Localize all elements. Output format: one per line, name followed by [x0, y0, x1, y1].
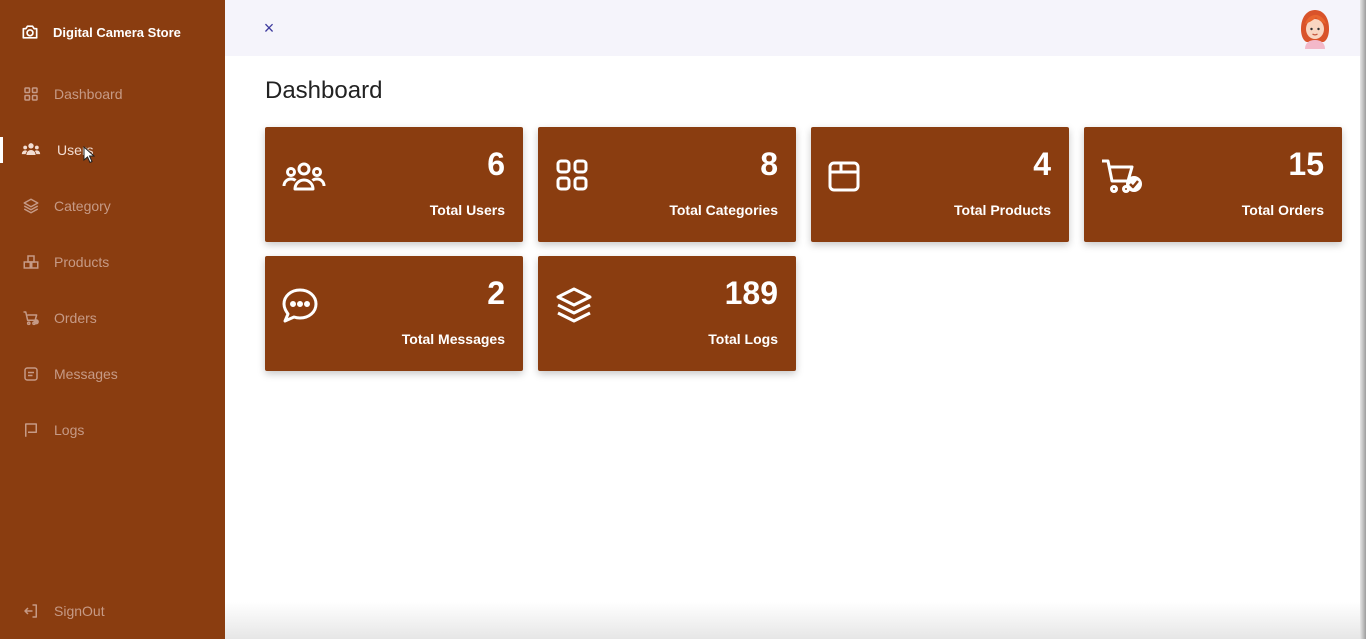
- message-square-icon: [21, 364, 41, 384]
- bottom-shadow: [225, 602, 1366, 639]
- cart-check-icon: [21, 308, 41, 328]
- card-label: Total Messages: [401, 331, 505, 347]
- card-value: 2: [487, 275, 505, 311]
- card-label: Total Users: [429, 202, 505, 218]
- window-edge: [1360, 0, 1366, 639]
- sidebar-item-label: Dashboard: [54, 86, 123, 102]
- users-icon: [281, 157, 327, 197]
- card-value: 189: [724, 275, 778, 311]
- close-sidebar-button[interactable]: ×: [259, 17, 279, 39]
- mouse-cursor-icon: [83, 146, 95, 164]
- box-icon: [827, 157, 873, 197]
- users-icon: [21, 140, 41, 160]
- brand-name: Digital Camera Store: [53, 24, 181, 40]
- card-total-orders[interactable]: 15 Total Orders: [1084, 127, 1342, 242]
- brand[interactable]: Digital Camera Store: [20, 22, 181, 42]
- signout-button[interactable]: SignOut: [0, 591, 225, 631]
- sidebar-item-products[interactable]: Products: [0, 242, 225, 282]
- layers-icon: [21, 196, 41, 216]
- card-value: 8: [760, 146, 778, 182]
- sidebar-item-dashboard[interactable]: Dashboard: [0, 74, 225, 114]
- sidebar-item-logs[interactable]: Logs: [0, 410, 225, 450]
- sidebar-item-messages[interactable]: Messages: [0, 354, 225, 394]
- sidebar-item-orders[interactable]: Orders: [0, 298, 225, 338]
- card-value: 6: [487, 146, 505, 182]
- chat-icon: [281, 286, 327, 326]
- sidebar-item-label: Category: [54, 198, 111, 214]
- sidebar-item-label: Orders: [54, 310, 97, 326]
- cart-check-icon: [1100, 157, 1146, 197]
- card-total-products[interactable]: 4 Total Products: [811, 127, 1069, 242]
- sidebar-item-category[interactable]: Category: [0, 186, 225, 226]
- camera-icon: [22, 25, 38, 39]
- sidebar-item-label: Products: [54, 254, 110, 270]
- user-avatar[interactable]: [1296, 7, 1334, 49]
- flag-icon: [21, 420, 41, 440]
- grid-icon: [21, 84, 41, 104]
- top-bar: ×: [225, 0, 1366, 56]
- layers-icon: [554, 286, 600, 326]
- card-total-logs[interactable]: 189 Total Logs: [538, 256, 796, 371]
- sidebar-item-label: Logs: [54, 422, 85, 438]
- card-label: Total Logs: [708, 331, 778, 347]
- sidebar-item-label: Messages: [54, 366, 118, 382]
- page-title: Dashboard: [265, 77, 383, 104]
- card-total-categories[interactable]: 8 Total Categories: [538, 127, 796, 242]
- card-value: 15: [1288, 146, 1324, 182]
- sidebar: Digital Camera Store Dashboard Users Cat…: [0, 0, 225, 639]
- card-value: 4: [1033, 146, 1051, 182]
- card-total-messages[interactable]: 2 Total Messages: [265, 256, 523, 371]
- sign-out-icon: [21, 601, 41, 621]
- card-label: Total Categories: [669, 202, 778, 218]
- grid-icon: [554, 157, 600, 197]
- card-label: Total Products: [954, 202, 1051, 218]
- card-label: Total Orders: [1241, 202, 1324, 218]
- card-total-users[interactable]: 6 Total Users: [265, 127, 523, 242]
- sidebar-item-users[interactable]: Users: [0, 130, 225, 170]
- boxes-icon: [21, 252, 41, 272]
- signout-label: SignOut: [54, 603, 105, 619]
